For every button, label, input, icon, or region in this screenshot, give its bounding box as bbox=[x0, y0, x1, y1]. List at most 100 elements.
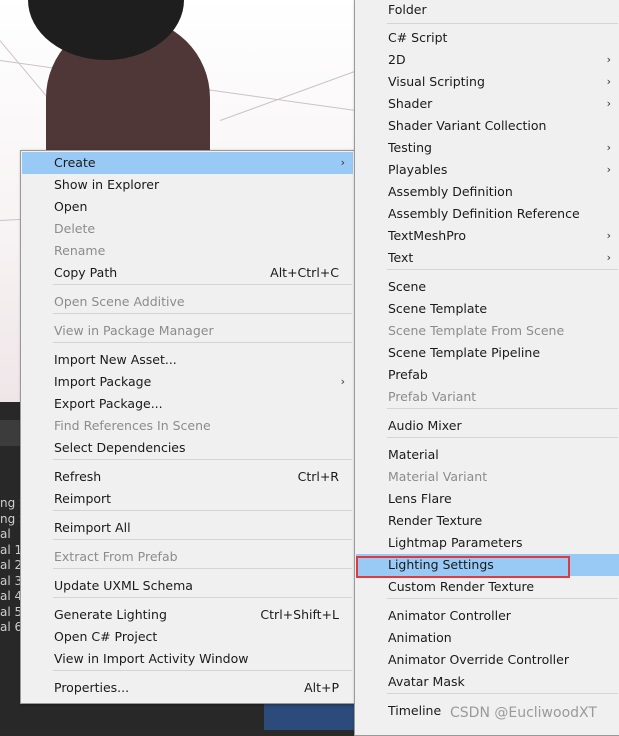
create-item-render-texture[interactable]: Render Texture bbox=[356, 510, 619, 532]
ctx-item-reimport[interactable]: Reimport bbox=[22, 488, 353, 510]
menu-item-label: Visual Scripting bbox=[388, 74, 485, 89]
menu-item-label: Show in Explorer bbox=[54, 177, 160, 192]
menu-item-label: Delete bbox=[54, 221, 96, 236]
menu-separator bbox=[53, 313, 352, 314]
ctx-item-generate-lighting[interactable]: Generate Lighting Ctrl+Shift+L bbox=[22, 604, 353, 626]
ctx-item-properties[interactable]: Properties... Alt+P bbox=[22, 677, 353, 699]
create-item-assembly-definition-reference[interactable]: Assembly Definition Reference bbox=[356, 203, 619, 225]
menu-item-label: Assembly Definition Reference bbox=[388, 206, 580, 221]
create-item-testing[interactable]: Testing › bbox=[356, 137, 619, 159]
menu-item-label: Refresh bbox=[54, 469, 102, 484]
create-item-c-script[interactable]: C# Script bbox=[356, 27, 619, 49]
menu-item-label: 2D bbox=[388, 52, 406, 67]
ctx-item-refresh[interactable]: Refresh Ctrl+R bbox=[22, 466, 353, 488]
menu-separator bbox=[53, 539, 352, 540]
create-item-assembly-definition[interactable]: Assembly Definition bbox=[356, 181, 619, 203]
create-item-animator-controller[interactable]: Animator Controller bbox=[356, 605, 619, 627]
create-item-lightmap-parameters[interactable]: Lightmap Parameters bbox=[356, 532, 619, 554]
menu-item-label: Material Variant bbox=[388, 469, 488, 484]
menu-item-label: Audio Mixer bbox=[388, 418, 462, 433]
create-item-folder[interactable]: Folder bbox=[356, 0, 619, 21]
create-item-material-variant: Material Variant bbox=[356, 466, 619, 488]
ctx-item-import-package[interactable]: Import Package › bbox=[22, 371, 353, 393]
menu-item-label: Generate Lighting bbox=[54, 607, 167, 622]
shortcut-label: Ctrl+R bbox=[297, 469, 339, 484]
menu-item-label: TextMeshPro bbox=[388, 228, 467, 243]
create-item-playables[interactable]: Playables › bbox=[356, 159, 619, 181]
ctx-item-find-references-in-scene: Find References In Scene bbox=[22, 415, 353, 437]
menu-item-label: Import Package bbox=[54, 374, 152, 389]
menu-item-label: Properties... bbox=[54, 680, 130, 695]
menu-separator bbox=[387, 598, 618, 599]
menu-item-label: Reimport bbox=[54, 491, 112, 506]
ctx-item-rename: Rename bbox=[22, 240, 353, 262]
console-line: al 4 bbox=[0, 589, 20, 603]
create-item-scene[interactable]: Scene bbox=[356, 276, 619, 298]
create-item-lens-flare[interactable]: Lens Flare bbox=[356, 488, 619, 510]
create-item-animation[interactable]: Animation bbox=[356, 627, 619, 649]
menu-item-label: Update UXML Schema bbox=[54, 578, 193, 593]
menu-separator bbox=[53, 342, 352, 343]
menu-item-label: Open Scene Additive bbox=[54, 294, 185, 309]
menu-separator bbox=[387, 693, 618, 694]
menu-separator bbox=[53, 284, 352, 285]
menu-item-label: Prefab bbox=[388, 367, 428, 382]
menu-item-label: Lightmap Parameters bbox=[388, 535, 523, 550]
ctx-item-import-new-asset[interactable]: Import New Asset... bbox=[22, 349, 353, 371]
shortcut-label: Alt+Ctrl+C bbox=[270, 265, 339, 280]
create-item-scene-template-pipeline[interactable]: Scene Template Pipeline bbox=[356, 342, 619, 364]
ctx-item-export-package[interactable]: Export Package... bbox=[22, 393, 353, 415]
ctx-item-view-in-import-activity-window[interactable]: View in Import Activity Window bbox=[22, 648, 353, 670]
menu-item-label: Select Dependencies bbox=[54, 440, 186, 455]
menu-item-label: Reimport All bbox=[54, 520, 131, 535]
console-line: al 6 bbox=[0, 620, 20, 634]
menu-item-label: Text bbox=[388, 250, 414, 265]
menu-item-label: Rename bbox=[54, 243, 106, 258]
menu-item-label: Scene Template Pipeline bbox=[388, 345, 541, 360]
menu-item-label: Find References In Scene bbox=[54, 418, 211, 433]
menu-item-label: Open C# Project bbox=[54, 629, 158, 644]
menu-item-label: Extract From Prefab bbox=[54, 549, 178, 564]
create-item-scene-template[interactable]: Scene Template bbox=[356, 298, 619, 320]
shortcut-label: Ctrl+Shift+L bbox=[260, 607, 339, 622]
ctx-item-delete: Delete bbox=[22, 218, 353, 240]
watermark: CSDN @EucliwoodXT bbox=[450, 705, 597, 721]
create-item-avatar-mask[interactable]: Avatar Mask bbox=[356, 671, 619, 693]
ctx-item-open-c-project[interactable]: Open C# Project bbox=[22, 626, 353, 648]
create-item-visual-scripting[interactable]: Visual Scripting › bbox=[356, 71, 619, 93]
menu-separator bbox=[387, 408, 618, 409]
menu-item-label: Avatar Mask bbox=[388, 674, 465, 689]
create-item-textmeshpro[interactable]: TextMeshPro › bbox=[356, 225, 619, 247]
menu-item-label: Playables bbox=[388, 162, 448, 177]
console-line: al 3 bbox=[0, 573, 20, 588]
menu-item-label: Open bbox=[54, 199, 88, 214]
create-item-text[interactable]: Text › bbox=[356, 247, 619, 269]
ctx-item-open[interactable]: Open bbox=[22, 196, 353, 218]
ctx-item-copy-path[interactable]: Copy Path Alt+Ctrl+C bbox=[22, 262, 353, 284]
create-item-material[interactable]: Material bbox=[356, 444, 619, 466]
create-item-custom-render-texture[interactable]: Custom Render Texture bbox=[356, 576, 619, 598]
create-item-prefab-variant: Prefab Variant bbox=[356, 386, 619, 408]
ctx-item-view-in-package-manager: View in Package Manager bbox=[22, 320, 353, 342]
ctx-item-show-in-explorer[interactable]: Show in Explorer bbox=[22, 174, 353, 196]
menu-item-label: View in Package Manager bbox=[54, 323, 214, 338]
create-item-shader[interactable]: Shader › bbox=[356, 93, 619, 115]
create-item-shader-variant-collection[interactable]: Shader Variant Collection bbox=[356, 115, 619, 137]
chevron-right-icon: › bbox=[340, 156, 345, 169]
create-item-prefab[interactable]: Prefab bbox=[356, 364, 619, 386]
menu-item-label: Prefab Variant bbox=[388, 389, 477, 404]
chevron-right-icon: › bbox=[606, 97, 611, 110]
create-item-animator-override-controller[interactable]: Animator Override Controller bbox=[356, 649, 619, 671]
chevron-right-icon: › bbox=[606, 75, 611, 88]
create-item-2d[interactable]: 2D › bbox=[356, 49, 619, 71]
ctx-item-reimport-all[interactable]: Reimport All bbox=[22, 517, 353, 539]
menu-item-label: Copy Path bbox=[54, 265, 118, 280]
menu-item-label: Import New Asset... bbox=[54, 352, 177, 367]
console-line: al 1 bbox=[0, 542, 20, 557]
menu-separator bbox=[387, 23, 618, 24]
ctx-item-create[interactable]: Create › bbox=[22, 152, 353, 174]
create-item-audio-mixer[interactable]: Audio Mixer bbox=[356, 415, 619, 437]
ctx-item-select-dependencies[interactable]: Select Dependencies bbox=[22, 437, 353, 459]
ctx-item-update-uxml-schema[interactable]: Update UXML Schema bbox=[22, 575, 353, 597]
console-line: al bbox=[0, 527, 11, 541]
